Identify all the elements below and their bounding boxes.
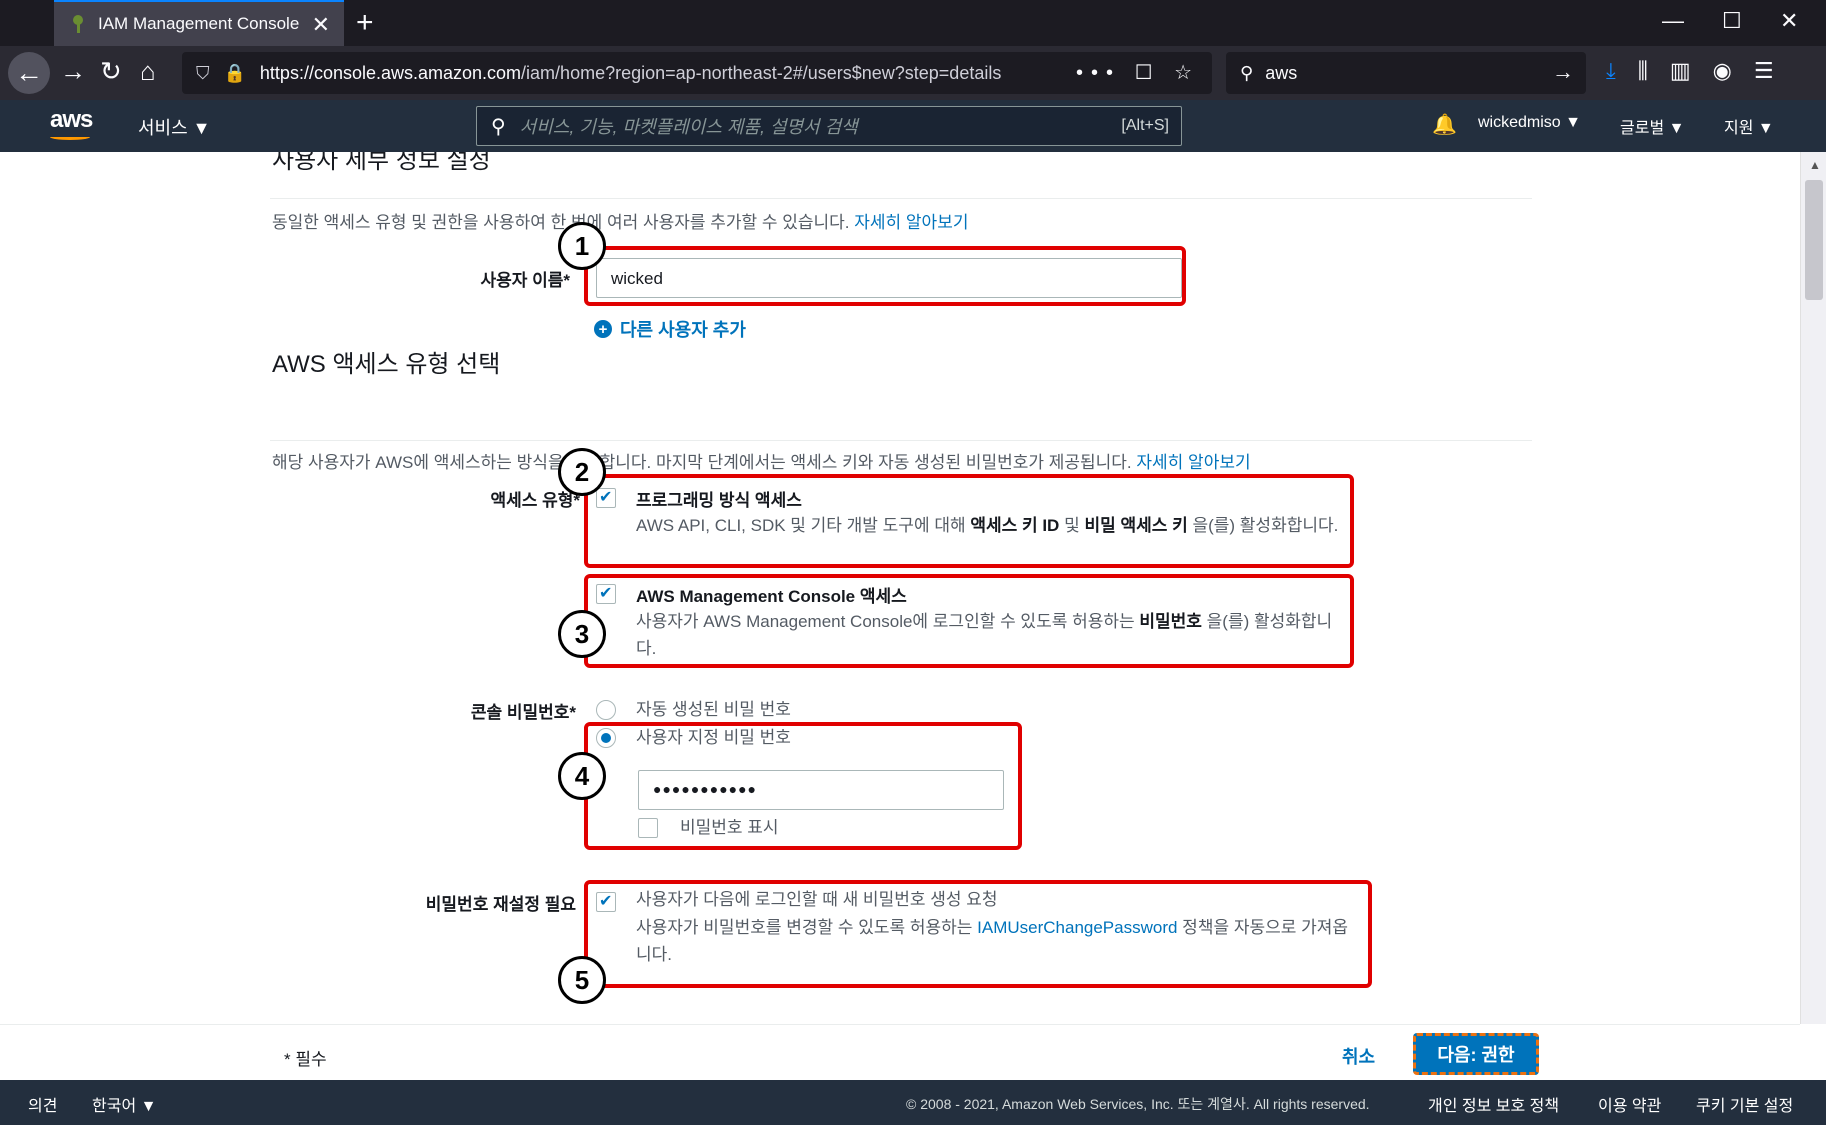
url-path: /iam/home?region=ap-northeast-2#/users$n… <box>521 62 1002 83</box>
annotation-badge-3: 3 <box>558 610 606 658</box>
region-menu[interactable]: 글로벌 ▼ <box>1620 114 1684 138</box>
plus-circle-icon: + <box>594 320 612 338</box>
aws-favicon-icon <box>70 15 86 33</box>
section-title-access-type: AWS 액세스 유형 선택 <box>272 351 501 378</box>
shield-icon: ⛉ <box>196 62 210 83</box>
new-tab-button[interactable]: + <box>356 6 374 40</box>
page-scrollbar[interactable]: ▲ <box>1800 152 1826 1024</box>
tab-title: IAM Management Console <box>98 14 300 33</box>
browser-search-value: aws <box>1265 62 1298 83</box>
download-icon[interactable]: ⤓ <box>1606 58 1616 84</box>
next-permissions-button[interactable]: 다음: 권한 <box>1413 1033 1539 1075</box>
minimize-button[interactable]: — <box>1662 8 1684 34</box>
annotation-badge-5: 5 <box>558 956 606 1004</box>
description-text: 동일한 액세스 유형 및 권한을 사용하여 한 번에 여러 사용자를 추가할 수… <box>272 213 850 232</box>
search-shortcut: [Alt+S] <box>1121 117 1169 134</box>
cancel-button[interactable]: 취소 <box>1342 1043 1375 1069</box>
close-window-button[interactable]: ✕ <box>1780 8 1798 34</box>
console-footer: 의견 한국어 ▼ © 2008 - 2021, Amazon Web Servi… <box>0 1080 1826 1125</box>
annotation-box-2 <box>584 474 1354 568</box>
close-tab-icon[interactable]: ✕ <box>312 12 330 38</box>
section-description: 동일한 액세스 유형 및 권한을 사용하여 한 번에 여러 사용자를 추가할 수… <box>272 208 968 233</box>
copyright-text: © 2008 - 2021, Amazon Web Services, Inc.… <box>906 1096 1370 1112</box>
scrollbar-thumb[interactable] <box>1805 180 1823 300</box>
lock-icon: 🔒 <box>223 62 246 83</box>
language-selector[interactable]: 한국어 ▼ <box>92 1092 156 1116</box>
library-icon[interactable]: ⫼ <box>1638 58 1648 84</box>
search-go-icon[interactable]: → <box>1552 59 1574 85</box>
url-bar[interactable]: ⛉ 🔒 https://console.aws.amazon.com /iam/… <box>182 52 1212 94</box>
page-actions-icon[interactable]: ••• ☐ ☆ <box>1076 60 1200 85</box>
notification-bell-icon[interactable]: 🔔 <box>1432 112 1457 137</box>
section-title-user-details: 사용자 세부 정보 설정 <box>272 152 491 174</box>
aws-top-nav: aws 서비스 ▼ ⚲ 서비스, 기능, 마켓플레이스 제품, 설명서 검색 [… <box>0 100 1826 152</box>
terms-link[interactable]: 이용 약관 <box>1598 1092 1661 1116</box>
maximize-button[interactable]: ☐ <box>1722 8 1742 34</box>
scroll-up-icon[interactable]: ▲ <box>1809 158 1821 172</box>
access-type-label: 액세스 유형* <box>490 491 580 510</box>
back-icon[interactable]: ← <box>8 52 50 94</box>
reload-icon[interactable]: ↻ <box>100 56 122 87</box>
learn-more-link[interactable]: 자세히 알아보기 <box>1136 453 1250 472</box>
password-reset-label: 비밀번호 재설정 필요 <box>425 895 576 914</box>
feedback-link[interactable]: 의견 <box>28 1092 57 1116</box>
browser-toolbar-icons: ⤓ ⫼ ▥ ◉ ☰ <box>1606 58 1774 84</box>
browser-tab-bar: IAM Management Console ✕ + — ☐ ✕ <box>0 0 1826 46</box>
url-host: https://console.aws.amazon.com <box>259 62 522 83</box>
browser-tab[interactable]: IAM Management Console ✕ <box>54 0 344 46</box>
account-menu[interactable]: wickedmiso ▼ <box>1478 114 1581 132</box>
annotation-badge-4: 4 <box>558 752 606 800</box>
add-user-label: 다른 사용자 추가 <box>620 320 746 340</box>
required-note: * 필수 <box>284 1050 327 1069</box>
divider <box>270 198 1532 199</box>
learn-more-link[interactable]: 자세히 알아보기 <box>854 213 968 232</box>
auto-password-radio[interactable] <box>596 700 616 720</box>
home-icon[interactable]: ⌂ <box>140 56 156 87</box>
aws-logo-smile-icon <box>50 134 90 140</box>
search-icon: ⚲ <box>1240 62 1254 83</box>
annotation-box-4 <box>584 722 1022 850</box>
annotation-box-3 <box>584 574 1354 668</box>
console-password-label: 콘솔 비밀번호* <box>470 703 576 722</box>
annotation-box-5 <box>584 880 1372 988</box>
annotation-box-1 <box>584 246 1186 306</box>
menu-icon[interactable]: ☰ <box>1754 58 1774 84</box>
aws-search-placeholder: 서비스, 기능, 마켓플레이스 제품, 설명서 검색 <box>519 117 858 137</box>
access-type-description: 해당 사용자가 AWS에 액세스하는 방식을 선택합니다. 마지막 단계에서는 … <box>272 448 1251 473</box>
main-content: 사용자 세부 정보 설정 동일한 액세스 유형 및 권한을 사용하여 한 번에 … <box>0 152 1800 1024</box>
divider <box>270 440 1532 441</box>
sidebar-icon[interactable]: ▥ <box>1670 58 1691 84</box>
cookie-preferences-link[interactable]: 쿠키 기본 설정 <box>1696 1092 1793 1116</box>
wizard-action-bar: * 필수 취소 다음: 권한 <box>0 1024 1800 1080</box>
annotation-badge-2: 2 <box>558 448 606 496</box>
annotation-badge-1: 1 <box>558 222 606 270</box>
aws-logo[interactable]: aws <box>50 106 93 134</box>
support-menu[interactable]: 지원 ▼ <box>1724 114 1774 138</box>
search-icon: ⚲ <box>491 115 506 138</box>
browser-search-bar[interactable]: ⚲ aws → <box>1226 52 1586 94</box>
privacy-link[interactable]: 개인 정보 보호 정책 <box>1428 1092 1559 1116</box>
aws-search-input[interactable]: ⚲ 서비스, 기능, 마켓플레이스 제품, 설명서 검색 [Alt+S] <box>476 106 1182 146</box>
services-menu[interactable]: 서비스 ▼ <box>138 114 211 140</box>
forward-icon[interactable]: → <box>60 56 86 87</box>
description-text: 해당 사용자가 AWS에 액세스하는 방식을 선택합니다. 마지막 단계에서는 … <box>272 453 1132 472</box>
add-another-user-link[interactable]: + 다른 사용자 추가 <box>594 316 746 342</box>
username-label: 사용자 이름* <box>480 271 570 290</box>
account-icon[interactable]: ◉ <box>1713 58 1732 84</box>
browser-nav-bar: ← → ↻ ⌂ ⛉ 🔒 https://console.aws.amazon.c… <box>0 46 1826 100</box>
auto-password-label: 자동 생성된 비밀 번호 <box>636 700 791 719</box>
